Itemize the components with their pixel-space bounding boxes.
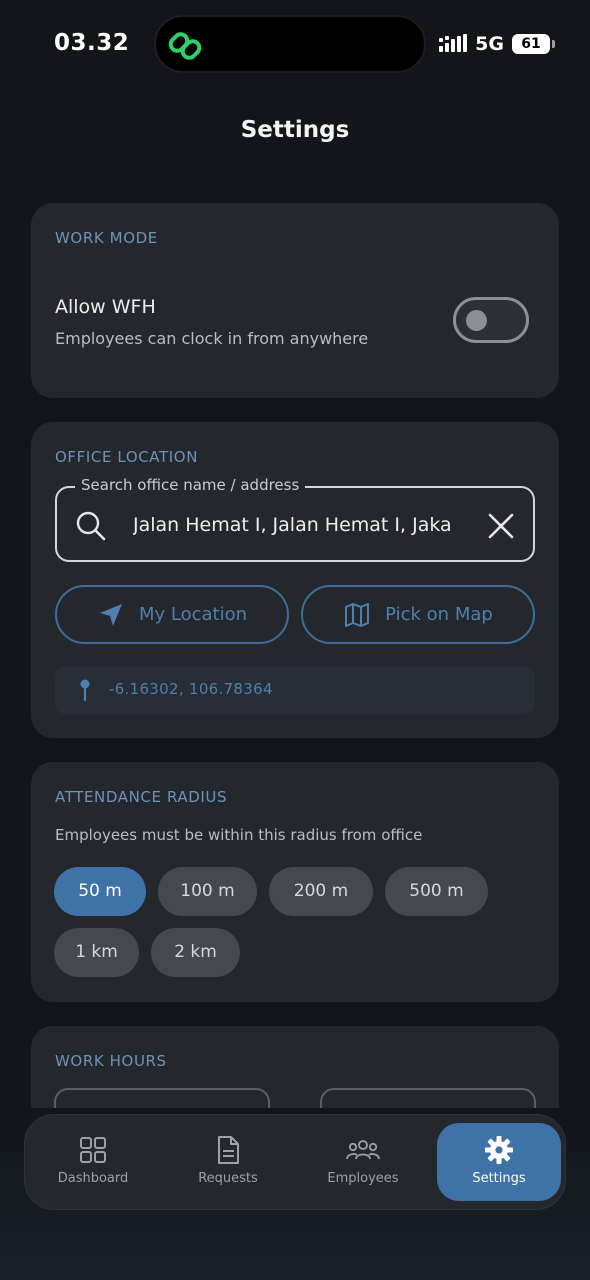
work-hours-card: WORK HOURS — [31, 1026, 559, 1108]
allow-wfh-title: Allow WFH — [55, 296, 156, 318]
toggle-knob — [466, 310, 487, 331]
work-end-time-field[interactable] — [320, 1088, 536, 1108]
search-field-label: Search office name / address — [75, 476, 306, 494]
nav-label-employees: Employees — [327, 1171, 399, 1186]
grid-icon — [80, 1137, 106, 1163]
my-location-button[interactable]: My Location — [55, 585, 289, 644]
office-location-section-title: OFFICE LOCATION — [55, 448, 199, 466]
bottom-navigation: Dashboard Requests Employees Settings — [24, 1114, 566, 1210]
pick-on-map-button[interactable]: Pick on Map — [301, 585, 535, 644]
work-mode-section-title: WORK MODE — [55, 229, 158, 247]
nav-item-settings[interactable]: Settings — [437, 1123, 561, 1201]
coordinates-display: -6.16302, 106.78364 — [55, 666, 535, 714]
nav-item-employees[interactable]: Employees — [301, 1123, 425, 1201]
allow-wfh-description: Employees can clock in from anywhere — [55, 329, 369, 348]
clear-icon[interactable] — [485, 510, 517, 542]
page-title: Settings — [240, 117, 350, 143]
radius-option-200m[interactable]: 200 m — [269, 867, 373, 916]
office-location-card: OFFICE LOCATION Search office name / add… — [31, 422, 559, 738]
nav-item-requests[interactable]: Requests — [166, 1123, 290, 1201]
document-icon — [218, 1136, 239, 1164]
map-icon — [345, 602, 370, 627]
radius-option-500m[interactable]: 500 m — [385, 867, 488, 916]
radius-option-100m[interactable]: 100 m — [158, 867, 257, 916]
attendance-radius-description: Employees must be within this radius fro… — [55, 826, 423, 844]
nav-item-dashboard[interactable]: Dashboard — [31, 1123, 155, 1201]
search-icon — [76, 511, 106, 541]
nav-label-settings: Settings — [472, 1171, 526, 1186]
pin-icon — [80, 679, 90, 702]
nav-label-requests: Requests — [198, 1171, 258, 1186]
navigation-arrow-icon — [99, 603, 122, 626]
coordinates-text: -6.16302, 106.78364 — [109, 680, 273, 698]
attendance-radius-card: ATTENDANCE RADIUS Employees must be with… — [31, 762, 559, 1002]
office-search-input[interactable] — [133, 508, 463, 542]
pick-on-map-label: Pick on Map — [385, 604, 493, 625]
settings-scroll-area[interactable]: Settings WORK MODE Allow WFH Employees c… — [0, 0, 590, 1108]
work-hours-section-title: WORK HOURS — [55, 1052, 167, 1070]
attendance-radius-section-title: ATTENDANCE RADIUS — [55, 788, 228, 806]
users-icon — [346, 1140, 380, 1160]
radius-option-1km[interactable]: 1 km — [54, 928, 139, 977]
work-start-time-field[interactable] — [54, 1088, 270, 1108]
work-mode-card: WORK MODE Allow WFH Employees can clock … — [31, 203, 559, 398]
radius-option-50m[interactable]: 50 m — [54, 867, 146, 916]
nav-label-dashboard: Dashboard — [57, 1171, 129, 1186]
allow-wfh-toggle[interactable] — [453, 297, 529, 343]
radius-option-2km[interactable]: 2 km — [151, 928, 240, 977]
office-search-field[interactable]: Search office name / address — [55, 476, 535, 562]
gear-icon — [485, 1136, 513, 1164]
my-location-label: My Location — [138, 604, 248, 625]
